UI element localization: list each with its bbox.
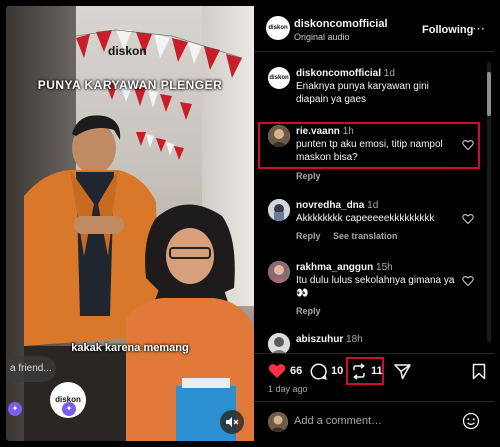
repost-icon [353,362,365,380]
comment-avatar[interactable] [268,333,290,353]
comment-time: 18h [346,334,363,345]
reel-video[interactable]: diskon PUNYA KARYAWAN PLENGER kakak kare… [6,6,254,441]
share-button[interactable] [394,362,411,380]
reply-link[interactable]: Reply [296,231,321,241]
scrollbar-thumb[interactable] [487,72,491,116]
comment-body: rakhma_anggun 15h Itu dulu lulus sekolah… [296,261,456,300]
comment-actions: Reply See translation [296,231,408,241]
comment-avatar[interactable]: diskon [268,67,290,89]
comment-avatar[interactable] [268,199,290,221]
current-user-avatar [268,412,288,432]
comment-time: 1d [367,200,379,211]
more-options-icon[interactable]: ⋯ [472,21,486,37]
comment-body: novredha_dna 1d Akkkkkkkk capeeeeekkkkkk… [296,199,456,225]
like-comment-heart-icon[interactable] [462,213,474,225]
comment-text: Enaknya punya karyawan gini diapain ya g… [296,81,429,105]
collab-badge-icon: ✦ [8,402,22,416]
heart-filled-icon [268,364,286,378]
bookmark-icon [472,363,486,379]
author-username[interactable]: diskoncomofficial [294,18,388,30]
comment-time: 1d [383,68,395,79]
add-comment-bar: Add a comment… [254,401,494,441]
comments-panel: diskon diskoncomofficial Original audio … [254,6,494,441]
comment-username[interactable]: rakhma_anggun [296,262,373,273]
comment-button[interactable]: 10 [310,362,343,380]
comment-body: abiszuhur 18h [296,333,456,346]
reel-viewer: diskon PUNYA KARYAWAN PLENGER kakak kare… [6,6,494,441]
comment-time: 15h [376,262,393,273]
repost-count: 11 [371,365,383,377]
comment-actions: Reply [296,306,331,316]
like-comment-heart-icon[interactable] [462,275,474,287]
author-avatar[interactable]: diskon [266,16,290,40]
comment-username[interactable]: diskoncomofficial [296,68,381,79]
like-button[interactable]: 66 [268,362,302,380]
save-button[interactable] [472,362,486,380]
see-translation-link[interactable]: See translation [333,231,398,241]
post-header: diskon diskoncomofficial Original audio … [254,6,494,52]
comments-list[interactable]: diskon diskoncomofficial 1d Enaknya puny… [254,53,494,353]
reply-link[interactable]: Reply [296,306,321,316]
send-share-icon [394,363,411,379]
speaker-muted-icon [226,417,239,427]
comment-username[interactable]: abiszuhur [296,334,343,345]
emoji-smiley-icon[interactable] [462,412,480,430]
repost-button[interactable]: 11 [351,362,383,380]
video-person-woman [126,204,254,441]
comment-count: 10 [331,365,344,377]
video-caption-top: PUNYA KARYAWAN PLENGER [37,78,223,92]
comment-bubble-icon [310,362,327,380]
add-comment-input[interactable]: Add a comment… [294,415,382,427]
reply-link[interactable]: Reply [296,171,321,181]
comments-scrollbar[interactable] [487,62,491,342]
video-caption-bottom: kakak karena memang [71,342,189,354]
post-date: 1 day ago [268,384,308,394]
mute-button[interactable] [220,410,244,434]
comment-body: diskoncomofficial 1d Enaknya punya karya… [296,67,456,106]
highlight-box-comment [258,122,480,169]
comment-username[interactable]: novredha_dna [296,200,364,211]
share-to-friend-input[interactable]: a friend... [6,356,56,382]
comment-avatar[interactable] [268,261,290,283]
like-count: 66 [290,365,303,377]
following-button[interactable]: Following [422,24,473,36]
audio-label[interactable]: Original audio [294,32,350,42]
comment-actions: Reply [296,171,331,181]
comment-text: Akkkkkkkk capeeeeekkkkkkkkk [296,213,435,224]
video-brand-logo: diskon [108,44,147,58]
verified-badge-icon: ✦ [62,402,76,416]
comment-text: Itu dulu lulus sekolahnya gimana ya 👀 [296,275,455,299]
post-action-bar: 66 10 11 1 day ago [254,353,494,399]
